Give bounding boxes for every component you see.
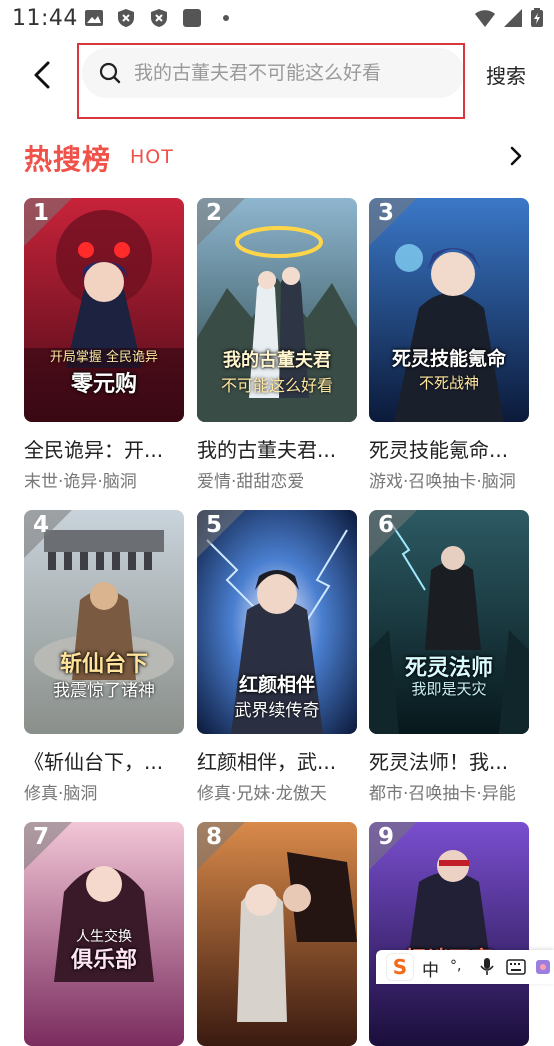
shield-x-icon [118, 9, 134, 27]
shield-x-icon [151, 9, 167, 27]
rank-number: 5 [206, 512, 223, 538]
book-title: 红颜相伴，武... [197, 750, 337, 774]
chevron-right-icon[interactable] [505, 144, 527, 168]
rank-number: 8 [206, 824, 223, 850]
book-cover[interactable]: 3 死灵技能氪命 不死战神 [369, 198, 529, 422]
ime-chinese-toggle[interactable]: 中 [422, 956, 439, 981]
cover-subtitle: 不死战神 [418, 374, 479, 392]
book-cover[interactable]: 2 我的古董夫君 不可能这么好看 [197, 198, 357, 422]
search-button[interactable]: 搜索 [486, 60, 526, 89]
cover-title: 斩仙台下 [59, 652, 148, 677]
cover-subtitle: 我即是天灾 [411, 680, 487, 698]
gallery-icon [85, 10, 103, 26]
cover-subtitle: 武界续传奇 [234, 701, 320, 721]
book-tags: 修真·兄妹·龙傲天 [197, 784, 327, 804]
book-tags: 末世·诡异·脑洞 [24, 472, 137, 492]
ime-punctuation[interactable]: °, [450, 958, 461, 974]
ime-skin-icon[interactable] [534, 958, 552, 976]
rank-number: 9 [378, 824, 395, 850]
wifi-icon [475, 10, 495, 27]
book-card[interactable]: 8 [197, 822, 357, 1046]
status-time: 11:44 [12, 6, 78, 31]
book-card[interactable]: 6 死灵法师 我即是天灾 死灵法师！我... 都市·召唤抽卡·异能 [369, 510, 529, 804]
book-title: 我的古董夫君... [197, 438, 337, 462]
rank-number: 1 [33, 200, 50, 226]
book-card[interactable]: 9 怪谈玩家 [369, 822, 529, 1046]
book-title: 死灵技能氪命... [369, 438, 509, 462]
book-title: 《斩仙台下，... [24, 750, 164, 774]
search-input[interactable] [134, 58, 452, 88]
cover-subtitle: 开局掌握 全民诡异 [49, 350, 159, 365]
section-hot-label: HOT [130, 146, 174, 168]
rank-number: 6 [378, 512, 395, 538]
cover-subtitle: 不可能这么好看 [220, 376, 333, 395]
book-tags: 修真·脑洞 [24, 784, 98, 804]
book-cover[interactable]: 4 斩仙台下 我震惊了诸神 [24, 510, 184, 734]
section-title: 热搜榜 [24, 143, 112, 176]
status-bar: 11:44 [0, 0, 554, 38]
cover-title: 红颜相伴 [238, 674, 315, 696]
book-card[interactable]: 5 红颜相伴 武界续传奇 红颜相伴，武... 修真·兄妹·龙傲天 [197, 510, 357, 804]
cover-title: 零元购 [70, 372, 137, 397]
book-cover[interactable]: 5 红颜相伴 武界续传奇 [197, 510, 357, 734]
book-cover[interactable]: 6 死灵法师 我即是天灾 [369, 510, 529, 734]
book-cover[interactable]: 9 怪谈玩家 [369, 822, 529, 1046]
microphone-icon[interactable] [478, 957, 496, 977]
app-square-icon [183, 9, 201, 27]
ime-logo[interactable]: S [386, 953, 414, 981]
book-card[interactable]: 4 斩仙台下 我震惊了诸神 《斩仙台下，... 修真·脑洞 [24, 510, 184, 804]
cover-title: 我的古董夫君 [223, 350, 331, 371]
signal-icon [504, 9, 522, 27]
rank-number: 4 [33, 512, 50, 538]
cover-title: 死灵技能氪命 [391, 348, 506, 370]
search-bar[interactable] [82, 48, 464, 98]
book-cover[interactable]: 7 人生交换 俱乐部 [24, 822, 184, 1046]
back-arrow-icon[interactable] [28, 58, 58, 92]
book-tags: 都市·召唤抽卡·异能 [369, 784, 516, 804]
ime-toolbar[interactable]: S 中 °, [376, 950, 554, 984]
book-cover[interactable]: 8 [197, 822, 357, 1046]
book-card[interactable]: 7 人生交换 俱乐部 [24, 822, 184, 1046]
keyboard-icon[interactable] [506, 958, 526, 976]
cover-title: 俱乐部 [70, 948, 137, 973]
book-tags: 爱情·甜甜恋爱 [197, 472, 305, 492]
book-card[interactable]: 1 开局掌握 全民诡异 零元购 全民诡异：开... 末世·诡异·脑洞 [24, 198, 184, 492]
book-card[interactable]: 2 我的古董夫君 不可能这么好看 我的古董夫君... 爱情·甜甜恋爱 [197, 198, 357, 492]
rank-number: 7 [33, 824, 50, 850]
rank-number: 3 [378, 200, 395, 226]
more-notifications-dot-icon [223, 15, 229, 21]
cover-subtitle: 我震惊了诸神 [53, 681, 155, 701]
book-title: 死灵法师！我... [369, 750, 509, 774]
book-tags: 游戏·召唤抽卡·脑洞 [369, 472, 516, 492]
search-icon [99, 62, 121, 84]
rank-number: 2 [206, 200, 223, 226]
battery-charging-icon [531, 8, 543, 27]
book-card[interactable]: 3 死灵技能氪命 不死战神 死灵技能氪命... 游戏·召唤抽卡·脑洞 [369, 198, 529, 492]
book-title: 全民诡异：开... [24, 438, 164, 462]
book-cover[interactable]: 1 开局掌握 全民诡异 零元购 [24, 198, 184, 422]
